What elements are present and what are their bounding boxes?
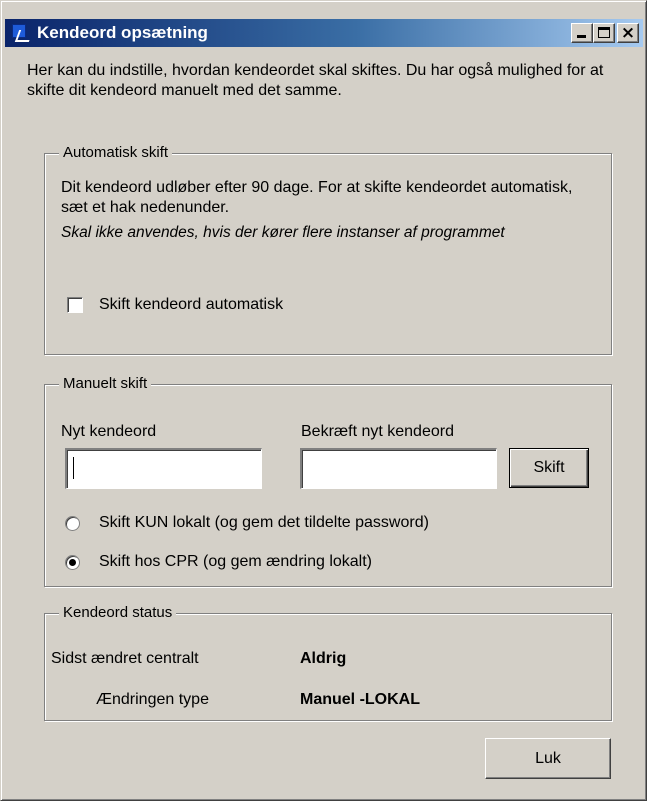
- confirm-password-input[interactable]: [300, 448, 497, 489]
- automatic-warning: Skal ikke anvendes, hvis der kører flere…: [61, 224, 505, 241]
- minimize-button[interactable]: [571, 23, 593, 43]
- last-changed-value: Aldrig: [300, 650, 347, 667]
- close-window-button[interactable]: ×: [617, 23, 639, 43]
- automatic-change-group: Automatisk skift Dit kendeord udløber ef…: [44, 143, 612, 355]
- radio-local-only-label[interactable]: Skift KUN lokalt (og gem det tildelte pa…: [99, 514, 429, 532]
- maximize-button[interactable]: [593, 23, 615, 43]
- automatic-description: Dit kendeord udløber efter 90 dage. For …: [61, 179, 573, 216]
- new-password-label: Nyt kendeord: [61, 423, 157, 440]
- auto-change-checkbox-label[interactable]: Skift kendeord automatisk: [99, 296, 283, 314]
- minimize-icon: [577, 35, 586, 38]
- last-changed-label: Sidst ændret centralt: [51, 650, 199, 667]
- new-password-input[interactable]: [65, 448, 262, 489]
- maximize-icon: [598, 27, 610, 38]
- confirm-password-label: Bekræft nyt kendeord: [301, 423, 454, 440]
- auto-change-checkbox[interactable]: [67, 297, 83, 313]
- manual-change-group: Manuelt skift Nyt kendeord Bekræft nyt k…: [44, 374, 612, 587]
- change-type-label: Ændringen type: [96, 691, 209, 708]
- app-icon: [11, 22, 34, 44]
- change-password-button[interactable]: Skift: [509, 448, 589, 488]
- window-title: Kendeord opsætning: [37, 23, 208, 42]
- radio-local-only[interactable]: [65, 516, 80, 531]
- password-status-group: Kendeord status Sidst ændret centralt Al…: [44, 603, 612, 721]
- close-icon: ×: [620, 23, 636, 43]
- change-type-value: Manuel -LOKAL: [300, 691, 420, 708]
- close-button[interactable]: Luk: [485, 738, 611, 779]
- radio-cpr[interactable]: [65, 555, 80, 570]
- intro-text: Her kan du indstille, hvordan kendeordet…: [27, 62, 604, 99]
- radio-selected-dot: [69, 559, 76, 566]
- password-status-legend: Kendeord status: [59, 603, 177, 623]
- manual-change-legend: Manuelt skift: [59, 374, 152, 394]
- radio-cpr-label[interactable]: Skift hos CPR (og gem ændring lokalt): [99, 553, 372, 571]
- title-bar[interactable]: Kendeord opsætning ×: [5, 19, 643, 47]
- caption-buttons: ×: [571, 23, 639, 43]
- settings-dialog: Kendeord opsætning × Her kan du indstill…: [0, 0, 647, 801]
- automatic-change-legend: Automatisk skift: [59, 143, 173, 163]
- text-caret: [73, 457, 74, 479]
